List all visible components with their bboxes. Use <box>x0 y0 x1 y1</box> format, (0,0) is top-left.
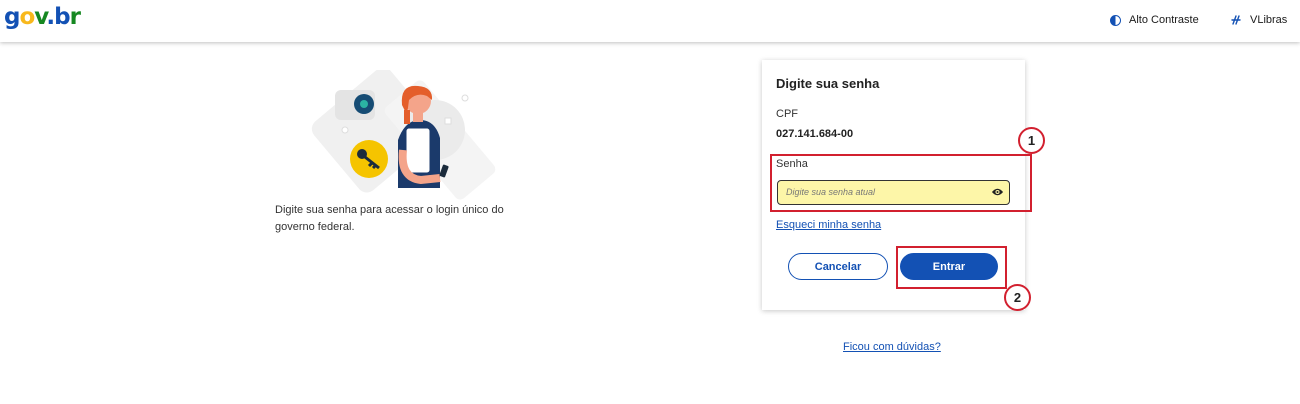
vlibras-label: VLibras <box>1250 14 1288 26</box>
hand-sign-icon <box>1231 15 1241 25</box>
submit-button[interactable]: Entrar <box>900 253 998 280</box>
cpf-value: 027.141.684-00 <box>776 128 854 140</box>
password-field[interactable] <box>777 180 1010 205</box>
intro-text: Digite sua senha para acessar o login ún… <box>275 204 504 233</box>
cancel-button[interactable]: Cancelar <box>788 253 888 280</box>
step-marker-2: 2 <box>1004 284 1031 311</box>
password-label: Senha <box>776 158 808 170</box>
vlibras-button[interactable]: VLibras <box>1231 14 1287 26</box>
card-title: Digite sua senha <box>776 76 880 91</box>
high-contrast-button[interactable]: Alto Contraste <box>1110 14 1199 26</box>
step-marker-1: 1 <box>1018 127 1045 154</box>
cpf-label: CPF <box>776 108 798 120</box>
eye-icon[interactable] <box>991 187 1004 197</box>
login-illustration <box>311 70 496 200</box>
help-link[interactable]: Ficou com dúvidas? <box>843 341 941 353</box>
forgot-password-link[interactable]: Esqueci minha senha <box>776 219 881 231</box>
govbr-logo[interactable]: gov.br <box>4 2 81 32</box>
top-header: gov.br Alto Contraste VLibras <box>0 0 1300 42</box>
high-contrast-label: Alto Contraste <box>1129 14 1199 26</box>
contrast-icon <box>1110 14 1121 26</box>
password-input[interactable] <box>786 184 976 200</box>
